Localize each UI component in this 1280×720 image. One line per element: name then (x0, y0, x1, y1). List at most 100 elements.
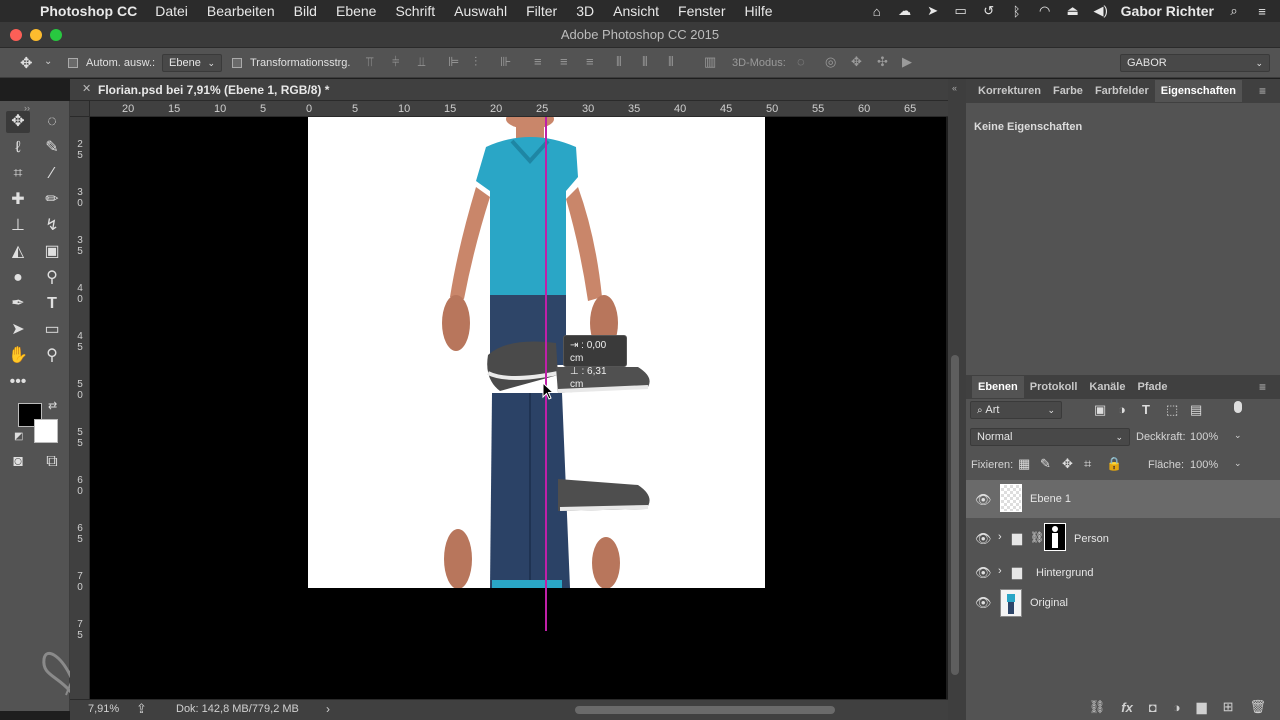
layer-name[interactable]: Hintergrund (1036, 567, 1093, 579)
brush-tool-icon[interactable]: ✏ (40, 189, 64, 211)
layer-filter-dropdown[interactable]: ⌕ Art ⌄ (970, 401, 1062, 419)
workspace-dropdown[interactable]: GABOR ⌄ (1120, 54, 1270, 72)
tab-eigenschaften[interactable]: Eigenschaften (1154, 80, 1242, 102)
menu-schrift[interactable]: Schrift (395, 3, 435, 19)
layer-name[interactable]: Person (1074, 533, 1109, 545)
send-icon[interactable]: ➤ (925, 3, 941, 19)
3d-scale-icon[interactable]: ▶ (902, 54, 912, 70)
pen-tool-icon[interactable]: ✒ (6, 293, 30, 315)
status-menu-chevron-icon[interactable]: › (326, 702, 330, 716)
expand-group-chevron-icon[interactable]: › (998, 565, 1002, 577)
tab-protokoll[interactable]: Protokoll (1024, 381, 1084, 393)
align-hcenter-icon[interactable]: ⫶ (474, 54, 477, 70)
align-top-icon[interactable]: ⫪ (366, 54, 373, 70)
layer-name[interactable]: Original (1030, 597, 1068, 609)
filter-type-icon[interactable]: T (1142, 402, 1150, 417)
lock-position-icon[interactable]: ✥ (1062, 456, 1073, 472)
eject-icon[interactable]: ⏏ (1065, 3, 1081, 19)
blur-tool-icon[interactable]: ● (6, 267, 30, 289)
layer-row-person[interactable]: 👁 › ▆ ⛓ Person (966, 523, 1280, 555)
layer-mask-thumbnail[interactable] (1044, 523, 1066, 551)
3d-pan-icon[interactable]: ✥ (851, 54, 862, 70)
distribute-hcenter-icon[interactable]: ⦀ (642, 54, 648, 70)
marquee-tool-icon[interactable]: ◌ (40, 111, 64, 133)
3d-roll-icon[interactable]: ◎ (825, 54, 836, 70)
dodge-tool-icon[interactable]: ⚲ (40, 267, 64, 289)
quick-mask-icon[interactable]: ◙ (6, 451, 30, 473)
align-right-icon[interactable]: ⊪ (500, 54, 511, 70)
lock-image-icon[interactable]: ✎ (1040, 456, 1051, 472)
time-machine-icon[interactable]: ↺ (981, 3, 997, 19)
layer-name[interactable]: Ebene 1 (1030, 493, 1071, 505)
menu-datei[interactable]: Datei (155, 3, 188, 19)
document-canvas[interactable] (308, 117, 765, 588)
background-color-swatch[interactable] (34, 419, 58, 443)
search-icon[interactable]: ⌕ (1226, 3, 1242, 19)
filter-smart-object-icon[interactable]: ▤ (1190, 402, 1202, 418)
new-adjustment-layer-icon[interactable]: ◑ (1173, 700, 1181, 715)
app-menu[interactable]: Photoshop CC (40, 3, 137, 19)
quick-selection-tool-icon[interactable]: ✎ (40, 137, 64, 159)
screen-mode-icon[interactable]: ⧉ (40, 451, 64, 473)
layer-row-hintergrund[interactable]: 👁 › ▆ Hintergrund (966, 557, 1280, 589)
tab-farbfelder[interactable]: Farbfelder (1089, 85, 1155, 97)
tab-ebenen[interactable]: Ebenen (972, 376, 1024, 398)
lasso-tool-icon[interactable]: ℓ (6, 137, 30, 159)
menu-ansicht[interactable]: Ansicht (613, 3, 659, 19)
vertical-scrollbar[interactable] (951, 355, 959, 675)
layer-style-fx-icon[interactable]: fx (1121, 700, 1133, 715)
filter-shape-icon[interactable]: ⬚ (1166, 402, 1178, 418)
menu-bearbeiten[interactable]: Bearbeiten (207, 3, 275, 19)
eraser-tool-icon[interactable]: ◭ (6, 241, 30, 263)
bluetooth-icon[interactable]: ᛒ (1009, 4, 1025, 19)
distribute-right-icon[interactable]: ⦀ (668, 54, 674, 70)
vertical-guide[interactable] (545, 117, 547, 631)
collapse-panels-icon[interactable]: « (952, 83, 957, 93)
lock-transparency-icon[interactable]: ▦ (1018, 456, 1030, 472)
canvas-area[interactable] (90, 117, 946, 699)
lock-artboard-icon[interactable]: ⌗ (1084, 456, 1091, 472)
tab-korrekturen[interactable]: Korrekturen (972, 85, 1047, 97)
ruler-origin[interactable] (70, 101, 90, 117)
battery-icon[interactable]: ▭ (953, 3, 969, 19)
auto-align-icon[interactable]: ▥ (704, 54, 716, 70)
delete-layer-icon[interactable]: 🗑 (1249, 699, 1266, 715)
history-brush-tool-icon[interactable]: ↯ (40, 215, 64, 237)
more-tools-icon[interactable]: ••• (6, 371, 30, 393)
mask-link-icon[interactable]: ⛓ (1030, 531, 1044, 544)
zoom-tool-icon[interactable]: ⚲ (40, 345, 64, 367)
opacity-value[interactable]: 100% (1190, 431, 1218, 443)
layer-row-original[interactable]: 👁 Original (966, 587, 1280, 619)
blend-mode-dropdown[interactable]: Normal ⌄ (970, 428, 1130, 446)
volume-icon[interactable]: ◀) (1093, 3, 1109, 19)
expand-group-chevron-icon[interactable]: › (998, 531, 1002, 543)
visibility-eye-icon[interactable]: 👁 (975, 531, 992, 547)
transform-controls-checkbox[interactable] (232, 57, 246, 69)
cloud-icon[interactable]: ☁ (897, 3, 913, 19)
align-bottom-icon[interactable]: ⫫ (418, 54, 425, 70)
default-colors-icon[interactable]: ◩ (14, 431, 23, 442)
add-mask-icon[interactable]: ◘ (1149, 700, 1157, 715)
menu-bild[interactable]: Bild (294, 3, 317, 19)
tab-kanaele[interactable]: Kanäle (1083, 381, 1131, 393)
horizontal-scrollbar[interactable] (575, 706, 835, 714)
close-document-icon[interactable]: ✕ (82, 82, 91, 95)
layer-row-ebene-1[interactable]: 👁 Ebene 1 (966, 480, 1280, 518)
visibility-eye-icon[interactable]: 👁 (975, 565, 992, 581)
menu-ebene[interactable]: Ebene (336, 3, 376, 19)
crop-tool-icon[interactable]: ⌗ (6, 163, 30, 185)
fill-value[interactable]: 100% (1190, 459, 1218, 471)
zoom-level[interactable]: 7,91% (88, 703, 119, 715)
path-selection-tool-icon[interactable]: ➤ (6, 319, 30, 341)
visibility-eye-icon[interactable]: 👁 (975, 595, 992, 611)
menu-hilfe[interactable]: Hilfe (745, 3, 773, 19)
horizontal-ruler[interactable]: 20 15 10 5 0 5 10 15 20 25 30 35 40 45 50 55 60 65 (90, 101, 948, 117)
menu-auswahl[interactable]: Auswahl (454, 3, 507, 19)
new-group-icon[interactable]: ▆ (1197, 699, 1207, 715)
user-name[interactable]: Gabor Richter (1121, 3, 1214, 19)
opacity-chevron-icon[interactable]: ⌄ (1234, 430, 1242, 441)
tab-pfade[interactable]: Pfade (1131, 381, 1173, 393)
fill-chevron-icon[interactable]: ⌄ (1234, 458, 1242, 469)
distribute-top-icon[interactable]: ≡ (534, 54, 542, 69)
3d-orbit-icon[interactable]: ◌ (797, 54, 805, 69)
